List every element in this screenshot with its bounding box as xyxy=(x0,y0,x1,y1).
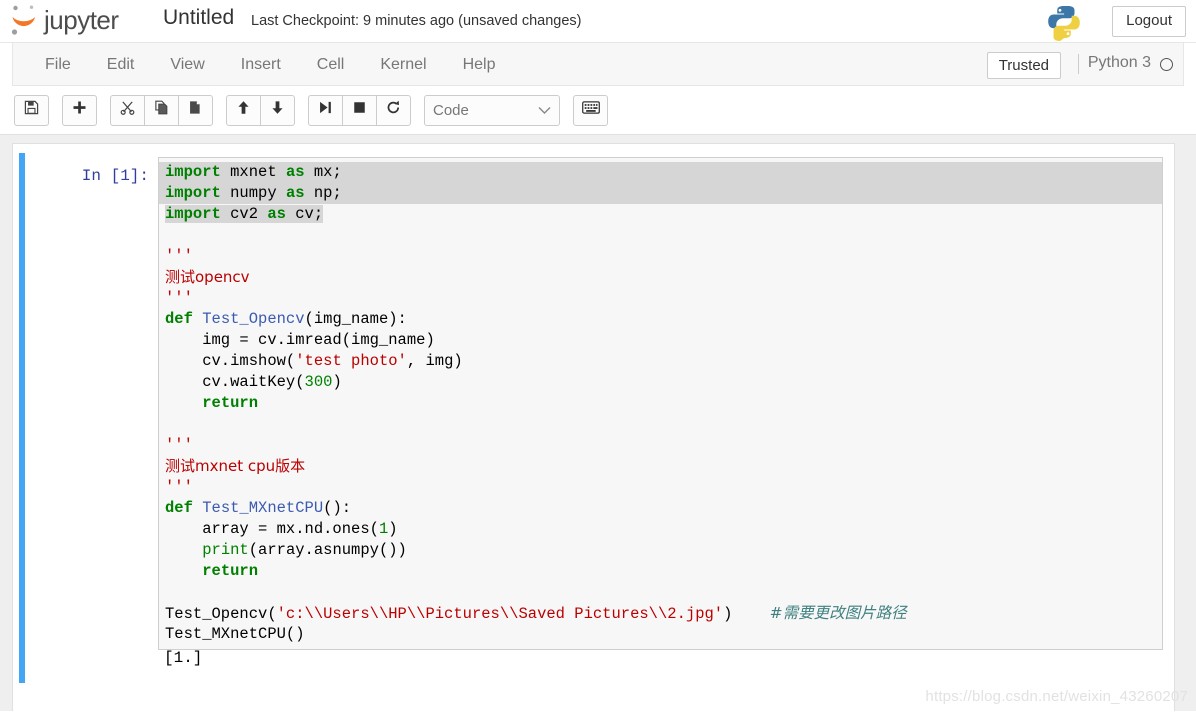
kernel-divider xyxy=(1078,54,1079,74)
restart-kernel-button[interactable] xyxy=(376,94,411,126)
insert-group xyxy=(62,94,97,126)
scissors-icon xyxy=(120,100,135,120)
menu-item-insert[interactable]: Insert xyxy=(223,44,299,85)
move-group xyxy=(226,94,295,126)
logout-button[interactable]: Logout xyxy=(1112,6,1186,37)
run-step-forward-icon xyxy=(318,100,333,120)
code-line: import cv2 as cv; xyxy=(165,205,324,223)
notebook-container: In [1]: import mxnet as mx; import numpy … xyxy=(12,143,1175,711)
selected-cell-edit-mode-bar xyxy=(19,153,25,683)
insert-cell-button[interactable] xyxy=(62,94,97,126)
save-group xyxy=(14,94,49,126)
stop-square-icon xyxy=(352,100,367,120)
notebook-page-background: In [1]: import mxnet as mx; import numpy … xyxy=(0,135,1196,711)
app-header: jupyter Untitled Last Checkpoint: 9 minu… xyxy=(0,0,1196,43)
save-button[interactable] xyxy=(14,94,49,126)
jupyter-logo[interactable]: jupyter xyxy=(10,3,119,37)
code-line: import mxnet as mx; xyxy=(159,162,1162,183)
kernel-idle-circle-icon[interactable] xyxy=(1160,58,1173,71)
code-line: import numpy as np; xyxy=(159,183,1162,204)
code-line: Test_Opencv('c:\\Users\\HP\\Pictures\\Sa… xyxy=(165,604,907,623)
run-cell-button[interactable] xyxy=(308,94,343,126)
code-line: ''' xyxy=(165,289,193,307)
code-line: Test_MXnetCPU() xyxy=(165,625,305,643)
input-prompt: In [1]: xyxy=(81,167,149,185)
code-line: cv.waitKey(300) xyxy=(165,373,342,391)
code-editor[interactable]: import mxnet as mx; import numpy as np; im… xyxy=(158,157,1163,650)
kernel-control-group xyxy=(308,94,411,126)
move-cell-down-button[interactable] xyxy=(260,94,295,126)
menu-item-help[interactable]: Help xyxy=(445,44,514,85)
copy-cell-button[interactable] xyxy=(144,94,179,126)
code-line: img = cv.imread(img_name) xyxy=(165,331,435,349)
move-cell-up-button[interactable] xyxy=(226,94,261,126)
cell-type-select[interactable]: Code xyxy=(424,94,560,126)
python-logo-icon xyxy=(1044,2,1084,47)
code-line: 测试mxnet cpu版本 xyxy=(165,457,306,475)
paste-cell-button[interactable] xyxy=(178,94,213,126)
code-line: cv.imshow('test photo', img) xyxy=(165,352,463,370)
arrow-up-icon xyxy=(236,100,251,120)
plus-icon xyxy=(72,100,87,120)
paste-icon xyxy=(188,100,203,120)
menu-item-edit[interactable]: Edit xyxy=(89,44,153,85)
menu-bar: File Edit View Insert Cell Kernel Help T… xyxy=(12,43,1184,86)
code-line: return xyxy=(202,562,259,580)
notebook-name[interactable]: Untitled xyxy=(163,6,234,30)
notebook-toolbar: Code xyxy=(12,86,1184,134)
code-line: ''' xyxy=(165,247,193,265)
code-line: 测试opencv xyxy=(165,268,250,286)
trusted-badge-button[interactable]: Trusted xyxy=(986,52,1061,80)
checkpoint-status: Last Checkpoint: 9 minutes ago (unsaved … xyxy=(251,13,582,29)
menu-item-cell[interactable]: Cell xyxy=(299,44,363,85)
code-line: def Test_Opencv(img_name): xyxy=(165,310,407,328)
jupyter-logo-text: jupyter xyxy=(44,4,119,35)
arrow-down-icon xyxy=(270,100,285,120)
jupyter-logo-icon xyxy=(10,3,40,37)
interrupt-kernel-button[interactable] xyxy=(342,94,377,126)
code-line: return xyxy=(202,394,259,412)
menu-item-view[interactable]: View xyxy=(152,44,222,85)
open-command-palette-button[interactable] xyxy=(573,94,608,126)
restart-refresh-icon xyxy=(386,100,401,120)
cell-output: [1.] xyxy=(164,649,203,667)
copy-icon xyxy=(154,100,169,120)
code-line: print(array.asnumpy()) xyxy=(202,541,407,559)
kernel-indicator-name[interactable]: Python 3 xyxy=(1088,54,1151,72)
code-line: ''' xyxy=(165,436,193,454)
code-line: array = mx.nd.ones(1) xyxy=(165,520,398,538)
floppy-disk-icon xyxy=(24,100,39,120)
menu-item-file[interactable]: File xyxy=(27,44,89,85)
code-line: ''' xyxy=(165,478,193,496)
code-content: import mxnet as mx; import numpy as np; im… xyxy=(159,162,1162,645)
chevron-down-icon xyxy=(538,102,551,119)
cut-cell-button[interactable] xyxy=(110,94,145,126)
menu-item-kernel[interactable]: Kernel xyxy=(362,44,444,85)
keyboard-icon xyxy=(581,101,600,119)
code-line: def Test_MXnetCPU(): xyxy=(165,499,352,517)
clipboard-group xyxy=(110,94,213,126)
cell-type-value: Code xyxy=(433,101,469,119)
command-palette-group xyxy=(573,94,608,126)
